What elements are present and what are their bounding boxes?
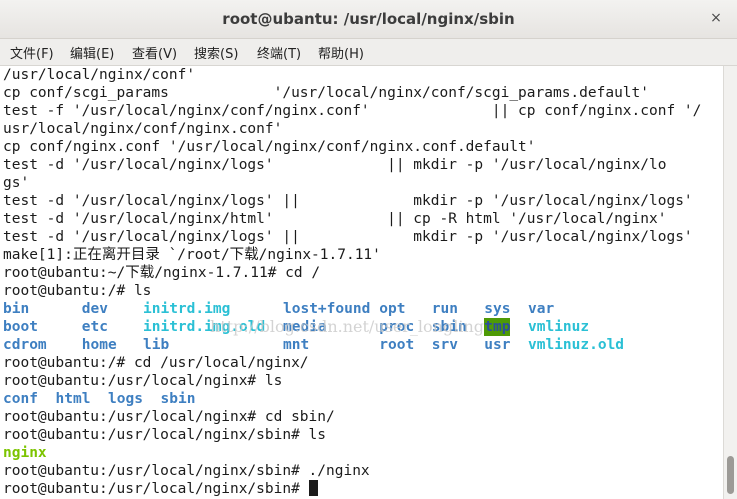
prompt-line: root@ubantu:/usr/local/nginx/sbin# bbox=[3, 480, 318, 498]
ls-entry: usr bbox=[484, 337, 511, 353]
terminal-line: root@ubantu:/usr/local/nginx/sbin# ls bbox=[3, 427, 327, 443]
terminal-line: test -d '/usr/local/nginx/html' || cp -R… bbox=[3, 211, 667, 227]
terminal-line: make[1]:正在离开目录 `/root/下载/nginx-1.7.11' bbox=[3, 247, 381, 263]
terminal-line: gs' bbox=[3, 175, 30, 191]
menu-view[interactable]: 查看(V) bbox=[132, 43, 177, 62]
text-cursor bbox=[308, 480, 318, 496]
terminal-line: usr/local/nginx/conf/nginx.conf' bbox=[3, 121, 283, 137]
menu-terminal[interactable]: 终端(T) bbox=[257, 43, 301, 62]
prompt-text: root@ubantu:/usr/local/nginx/sbin# bbox=[3, 481, 309, 497]
ls-entry: home bbox=[81, 337, 117, 353]
ls-entry: boot bbox=[3, 319, 38, 335]
ls-entry: cdrom bbox=[3, 337, 47, 353]
terminal-output[interactable]: /usr/local/nginx/conf' cp conf/scgi_para… bbox=[0, 66, 722, 499]
ls-entry: html bbox=[55, 391, 91, 407]
terminal-line: /usr/local/nginx/conf' bbox=[3, 67, 196, 83]
ls-entry: logs bbox=[108, 391, 143, 407]
menu-file[interactable]: 文件(F) bbox=[10, 43, 54, 62]
ls-entry: vmlinuz.old bbox=[528, 337, 625, 353]
ls-entry: opt bbox=[379, 301, 406, 317]
terminal-line: root@ubantu:/# cd /usr/local/nginx/ bbox=[3, 355, 309, 371]
ls-entry: lib bbox=[143, 337, 170, 353]
terminal-line: root@ubantu:/usr/local/nginx# cd sbin/ bbox=[3, 409, 335, 425]
ls-entry: var bbox=[528, 301, 555, 317]
ls-entry: mnt bbox=[283, 337, 310, 353]
ls-entry: root bbox=[379, 337, 415, 353]
menu-help[interactable]: 帮助(H) bbox=[318, 43, 364, 62]
ls-entry: run bbox=[431, 301, 458, 317]
terminal-line: test -d '/usr/local/nginx/logs' || mkdir… bbox=[3, 229, 693, 245]
ls-entry: etc bbox=[81, 319, 108, 335]
menu-bar: 文件(F) 编辑(E) 查看(V) 搜索(S) 终端(T) 帮助(H) bbox=[0, 39, 737, 66]
ls-sbin-entry: nginx bbox=[3, 445, 47, 461]
close-icon[interactable]: × bbox=[707, 9, 725, 27]
terminal-line: root@ubantu:/usr/local/nginx/sbin# ./ngi… bbox=[3, 463, 370, 479]
terminal-line: root@ubantu:~/下载/nginx-1.7.11# cd / bbox=[3, 265, 321, 281]
ls-entry: srv bbox=[431, 337, 458, 353]
title-bar: root@ubantu: /usr/local/nginx/sbin × bbox=[0, 0, 737, 39]
ls-entry: dev bbox=[81, 301, 108, 317]
terminal-line: cp conf/scgi_params '/usr/local/nginx/co… bbox=[3, 85, 650, 101]
ls-entry: tmp bbox=[484, 318, 511, 336]
terminal-line: test -d '/usr/local/nginx/logs' || mkdir… bbox=[3, 157, 667, 173]
ls-entry: bin bbox=[3, 301, 30, 317]
ls-entry: lost+found bbox=[283, 301, 371, 317]
terminal-line: test -f '/usr/local/nginx/conf/nginx.con… bbox=[3, 103, 702, 119]
ls-entry: initrd.img bbox=[143, 301, 231, 317]
terminal-line: test -d '/usr/local/nginx/logs' || mkdir… bbox=[3, 193, 693, 209]
scrollbar[interactable] bbox=[723, 66, 737, 499]
ls-entry: conf bbox=[3, 391, 38, 407]
terminal-line: root@ubantu:/usr/local/nginx# ls bbox=[3, 373, 283, 389]
window-title: root@ubantu: /usr/local/nginx/sbin bbox=[222, 10, 515, 28]
menu-edit[interactable]: 编辑(E) bbox=[70, 43, 114, 62]
menu-search[interactable]: 搜索(S) bbox=[194, 43, 238, 62]
scrollbar-thumb[interactable] bbox=[727, 456, 734, 494]
ls-entry: vmlinuz bbox=[528, 319, 590, 335]
ls-entry: sys bbox=[484, 301, 511, 317]
ls-entry: sbin bbox=[160, 391, 196, 407]
watermark: http://blog.csdn.net/user_longling bbox=[210, 317, 485, 336]
terminal-line: cp conf/nginx.conf '/usr/local/nginx/con… bbox=[3, 139, 536, 155]
terminal-line: root@ubantu:/# ls bbox=[3, 283, 152, 299]
